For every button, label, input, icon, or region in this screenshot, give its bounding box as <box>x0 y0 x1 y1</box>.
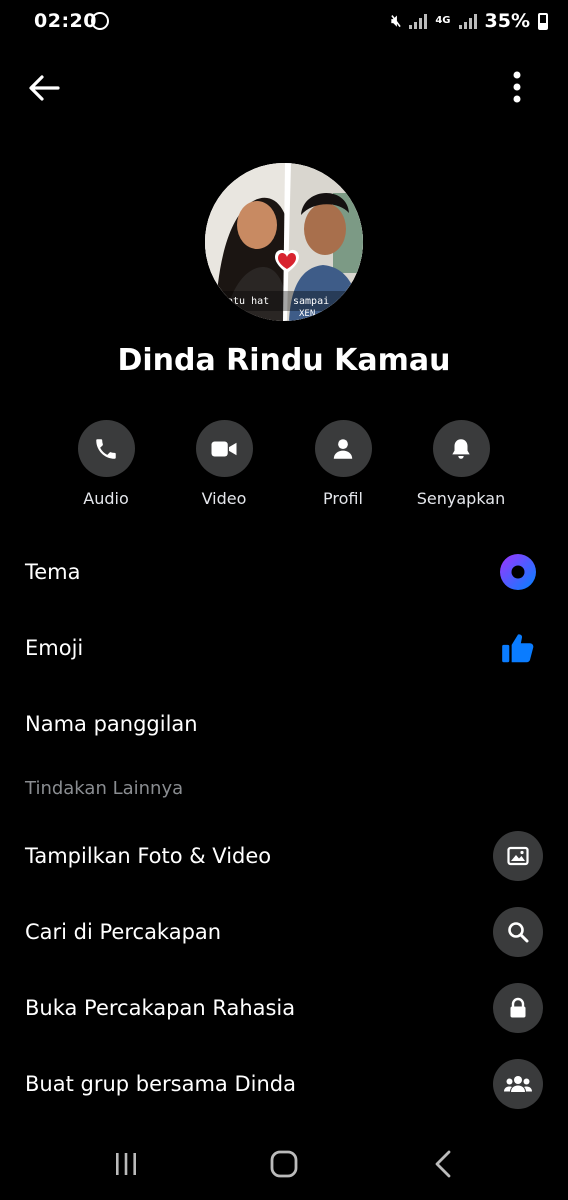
secret-conversation-row[interactable]: Buka Percakapan Rahasia <box>0 972 568 1044</box>
view-media-label: Tampilkan Foto & Video <box>25 844 272 868</box>
status-indicators: 🔇︎ 4G 35% <box>391 10 548 32</box>
search-conversation-button[interactable] <box>493 907 543 957</box>
avatar-caption-left: atu hat <box>227 296 269 307</box>
avatar[interactable]: atu hat sampai XEN <box>205 163 363 321</box>
emoji-row[interactable]: Emoji <box>0 612 568 684</box>
video-camera-icon <box>211 441 237 456</box>
home-button[interactable] <box>254 1142 314 1186</box>
person-icon <box>333 438 353 459</box>
profile-button[interactable] <box>314 420 372 477</box>
create-group-button[interactable] <box>493 1059 543 1109</box>
create-group-row[interactable]: Buat grup bersama Dinda <box>0 1048 568 1120</box>
video-call-button[interactable] <box>195 420 253 477</box>
nickname-label: Nama panggilan <box>25 712 198 736</box>
mute-label: Senyapkan <box>416 489 506 508</box>
bell-icon <box>452 438 470 459</box>
contact-name: Dinda Rindu Kamau <box>117 343 451 378</box>
audio-call-button[interactable] <box>77 420 135 477</box>
signal-icon-2 <box>458 13 477 29</box>
battery-percent: 35% <box>484 10 530 32</box>
profile-label: Profil <box>323 489 363 508</box>
battery-icon <box>538 12 548 30</box>
search-conversation-label: Cari di Percakapan <box>25 920 222 944</box>
secret-conversation-label: Buka Percakapan Rahasia <box>25 996 296 1020</box>
search-icon <box>508 922 529 943</box>
video-call-action[interactable]: Video <box>164 420 284 508</box>
profile-action[interactable]: Profil <box>283 420 403 508</box>
recent-apps-icon <box>116 1153 136 1175</box>
messenger-notification-icon <box>91 12 109 30</box>
network-type: 4G <box>435 15 451 26</box>
more-vertical-icon <box>513 71 521 103</box>
avatar-caption-right: sampai <box>293 296 329 307</box>
section-header-more-actions: Tindakan Lainnya <box>25 778 184 799</box>
phone-icon <box>96 438 116 459</box>
video-label: Video <box>201 489 247 508</box>
avatar-caption-right2: XEN <box>299 309 315 319</box>
group-icon <box>504 1076 532 1092</box>
back-arrow-icon <box>29 75 60 101</box>
back-button[interactable] <box>22 66 66 110</box>
audio-call-action[interactable]: Audio <box>46 420 166 508</box>
status-time: 02:20 <box>34 10 97 32</box>
recent-apps-button[interactable] <box>96 1142 156 1186</box>
lock-icon <box>510 997 526 1018</box>
emoji-label: Emoji <box>25 636 84 660</box>
theme-row[interactable]: Tema <box>0 536 568 608</box>
view-media-row[interactable]: Tampilkan Foto & Video <box>0 820 568 892</box>
signal-icon-1 <box>409 13 428 29</box>
theme-label: Tema <box>25 560 81 584</box>
nav-back-button[interactable] <box>414 1142 474 1186</box>
more-options-button[interactable] <box>500 66 534 110</box>
create-group-label: Buat grup bersama Dinda <box>25 1072 296 1096</box>
theme-color-icon <box>500 554 536 590</box>
mute-button[interactable] <box>432 420 490 477</box>
home-icon <box>270 1150 298 1178</box>
nickname-row[interactable]: Nama panggilan <box>0 688 568 760</box>
audio-label: Audio <box>83 489 129 508</box>
nav-back-icon <box>435 1150 451 1178</box>
view-media-button[interactable] <box>493 831 543 881</box>
avatar-photo: atu hat sampai XEN <box>205 163 363 321</box>
thumbs-up-icon <box>502 634 534 663</box>
secret-conversation-button[interactable] <box>493 983 543 1033</box>
image-icon <box>507 846 529 866</box>
mute-action[interactable]: Senyapkan <box>401 420 521 508</box>
search-conversation-row[interactable]: Cari di Percakapan <box>0 896 568 968</box>
mute-vibrate-icon: 🔇︎ <box>391 11 402 30</box>
